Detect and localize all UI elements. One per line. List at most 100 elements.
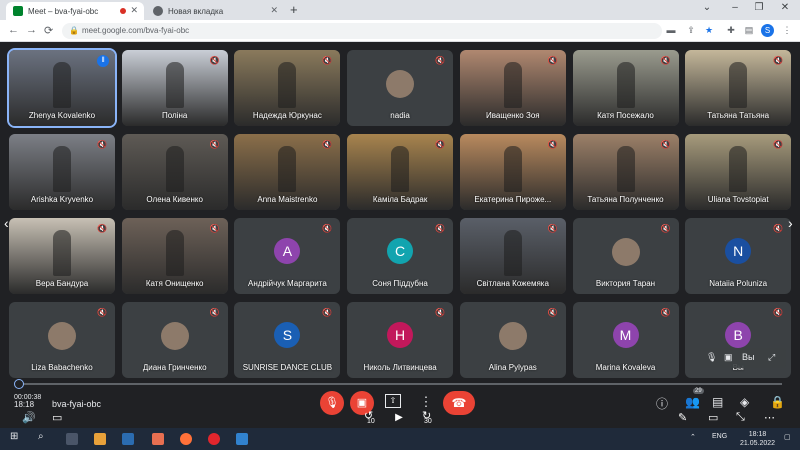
participant-name: Катя Онищенко: [145, 279, 204, 288]
mic-off-icon[interactable]: 🎙: [706, 352, 717, 363]
participant-tile[interactable]: H 🔇 Николь Литвинцева: [347, 302, 454, 378]
present-screen-icon[interactable]: ⇧: [385, 394, 401, 408]
lock-controls-icon[interactable]: 🔒: [770, 395, 785, 409]
participant-tile[interactable]: A 🔇 Андрійчук Маргарита: [234, 218, 341, 294]
close-tab-icon[interactable]: ✕: [130, 5, 138, 16]
participant-tile[interactable]: 🔇 Катя Посежало: [572, 50, 679, 126]
muted-mic-icon: 🔇: [660, 56, 671, 65]
participant-tile[interactable]: S 🔇 SUNRISE DANCE CLUB: [234, 302, 341, 378]
screenshot-icon[interactable]: ▭: [708, 411, 718, 424]
forward-icon[interactable]: →: [26, 24, 37, 36]
next-page-arrow-icon[interactable]: ›: [788, 215, 793, 231]
share-icon[interactable]: ⇪: [686, 25, 696, 35]
meeting-info-icon[interactable]: ⓘ: [656, 395, 668, 412]
volume-icon[interactable]: 🔊: [22, 411, 36, 424]
participant-tile[interactable]: C 🔇 Соня Піддубна: [347, 218, 454, 294]
search-icon[interactable]: ⌕: [38, 431, 44, 442]
participant-tile[interactable]: 🔇 Liza Babachenko: [9, 302, 115, 378]
tab-search-chevron-icon[interactable]: ⌄: [700, 2, 714, 13]
play-icon[interactable]: ▶: [391, 410, 407, 426]
taskbar-clock[interactable]: 18:18 21.05.2022: [740, 430, 775, 448]
participant-tile[interactable]: 🔇 Arishka Kryvenko: [9, 134, 115, 210]
participant-figure: [278, 146, 297, 192]
browser-tab-strip: Meet – bva-fyai-obc ✕ Новая вкладка ✕ + …: [0, 0, 800, 20]
chat-icon[interactable]: ▤: [712, 395, 723, 409]
participant-tile[interactable]: 🔇 Олена Кивенко: [121, 134, 228, 210]
participant-name: Виктория Таран: [595, 279, 656, 288]
activities-icon[interactable]: ◈: [740, 395, 749, 409]
participant-name: Катя Посежало: [597, 111, 654, 120]
participant-avatar: S: [274, 322, 301, 348]
muted-mic-icon: 🔇: [660, 140, 671, 149]
participant-tile[interactable]: 🔇 Татьяна Татьяна: [685, 50, 792, 126]
file-explorer-icon[interactable]: [94, 433, 106, 445]
participants-count-badge: 29: [693, 388, 704, 394]
end-call-button[interactable]: ☎: [443, 391, 475, 415]
mic-off-button[interactable]: 🎙: [320, 391, 344, 415]
participant-tile[interactable]: 🔇 nadia: [347, 50, 454, 126]
participant-tile[interactable]: 🔇 Виктория Таран: [572, 218, 679, 294]
tray-chevron-icon[interactable]: ⌃: [690, 433, 696, 441]
participant-name: Николь Литвинцева: [363, 363, 437, 372]
participant-tile[interactable]: M 🔇 Marina Kovaleva: [572, 302, 679, 378]
tab-new-title: Новая вкладка: [168, 6, 224, 16]
participant-tile[interactable]: 🔇 Uliana Tovstopiat: [685, 134, 792, 210]
tab-meet[interactable]: Meet – bva-fyai-obc ✕: [6, 2, 144, 20]
windows-start-icon[interactable]: ⊞: [10, 431, 18, 442]
new-tab-plus-icon[interactable]: +: [290, 2, 298, 17]
language-indicator[interactable]: ENG: [712, 433, 727, 440]
fullscreen-exit-icon[interactable]: ⤡: [736, 411, 745, 424]
extensions-icon[interactable]: ✚: [726, 25, 736, 35]
participant-avatar: C: [387, 238, 414, 264]
powerpoint-icon[interactable]: [152, 433, 164, 445]
reload-icon[interactable]: ⟳: [44, 24, 53, 37]
close-window-icon[interactable]: ✕: [778, 2, 792, 13]
participant-tile[interactable]: 🔇 Надежда Юркунас: [234, 50, 341, 126]
close-tab-icon[interactable]: ✕: [270, 5, 278, 16]
opera-icon[interactable]: [208, 433, 220, 445]
participant-tile[interactable]: 🔇 Вера Бандура: [9, 218, 115, 294]
expand-icon[interactable]: ⤢: [768, 352, 775, 363]
participant-name: Андрійчук Маргарита: [247, 279, 327, 288]
bookmark-star-icon[interactable]: ★: [704, 25, 714, 35]
participant-tile[interactable]: 🔇 Каміла Бадрак: [347, 134, 454, 210]
participant-tile[interactable]: 🔇 Світлана Кожемяка: [459, 218, 566, 294]
participant-tile[interactable]: 🔇 Екатерина Пироже...: [459, 134, 566, 210]
participant-tile[interactable]: 🔇 Диана Гринченко: [121, 302, 228, 378]
notifications-icon[interactable]: ▢: [784, 433, 791, 441]
profile-avatar[interactable]: S: [761, 24, 774, 37]
menu-dots-icon[interactable]: ⋮: [782, 25, 792, 35]
participant-tile[interactable]: 🔇 Поліна: [121, 50, 228, 126]
participant-tile[interactable]: ⦀ Zhenya Kovalenko: [7, 48, 117, 128]
participant-tile[interactable]: N 🔇 Nataiia Poluniza: [685, 218, 792, 294]
app-icon[interactable]: [236, 433, 248, 445]
muted-mic-icon: 🔇: [322, 224, 333, 233]
people-icon[interactable]: 👥: [685, 395, 700, 409]
address-bar[interactable]: 🔒 meet.google.com/bva-fyai-obc: [62, 23, 662, 39]
muted-mic-icon: 🔇: [322, 308, 333, 317]
tab-new[interactable]: Новая вкладка ✕: [146, 2, 284, 20]
playback-knob[interactable]: [14, 379, 24, 389]
previous-page-arrow-icon[interactable]: ‹: [4, 215, 9, 231]
captions-icon[interactable]: ▭: [52, 411, 62, 424]
camera-in-use-icon[interactable]: ▬: [666, 25, 676, 35]
back-icon[interactable]: ←: [8, 24, 19, 36]
playback-timeline[interactable]: [18, 383, 782, 385]
participant-tile[interactable]: 🔇 Anna Maistrenko: [234, 134, 341, 210]
firefox-icon[interactable]: [180, 433, 192, 445]
camera-off-icon[interactable]: ▣: [724, 352, 733, 363]
task-view-icon[interactable]: [66, 433, 78, 445]
side-panel-icon[interactable]: ▤: [744, 25, 754, 35]
more-player-icon[interactable]: ⋯: [764, 411, 775, 424]
pen-edit-icon[interactable]: ✎: [678, 411, 687, 424]
maximize-icon[interactable]: ❐: [752, 2, 766, 13]
participant-avatar: B: [725, 322, 752, 348]
participant-tile[interactable]: 🔇 Татьяна Полунченко: [572, 134, 679, 210]
meet-favicon-icon: [13, 6, 23, 16]
participant-tile[interactable]: 🔇 Иващенко Зоя: [459, 50, 566, 126]
store-icon[interactable]: [122, 433, 134, 445]
participant-tile[interactable]: 🔇 Катя Онищенко: [121, 218, 228, 294]
participant-tile[interactable]: 🔇 Alina Pylypas: [459, 302, 566, 378]
participant-figure: [616, 146, 635, 192]
minimize-icon[interactable]: –: [728, 2, 742, 13]
